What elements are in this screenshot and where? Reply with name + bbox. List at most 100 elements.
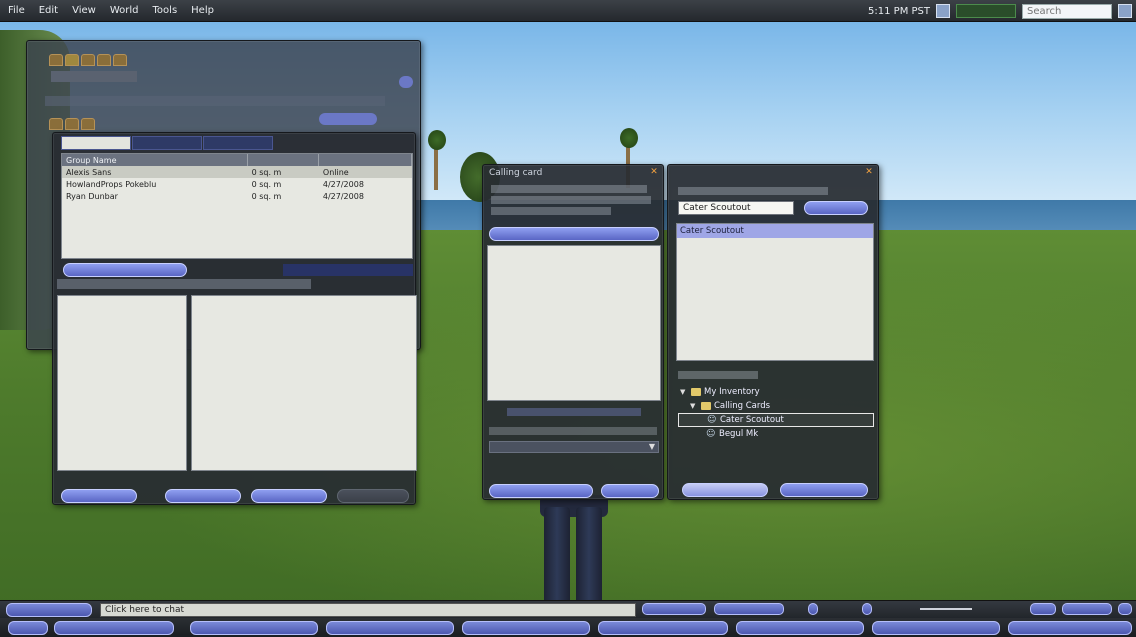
tree-item[interactable]: ☺ Begul Mk (678, 427, 874, 441)
toolbar-button[interactable] (54, 621, 174, 635)
volume-slider[interactable] (920, 608, 972, 610)
group-summary-label (283, 264, 413, 276)
menu-view[interactable]: View (72, 5, 96, 16)
search-results-list[interactable]: Cater Scoutout (676, 223, 874, 361)
card-list[interactable] (487, 245, 661, 401)
menu-edit[interactable]: Edit (39, 5, 58, 16)
tree-folder[interactable]: ▼ Calling Cards (678, 399, 874, 413)
land-tab[interactable] (113, 54, 127, 66)
land-subtab[interactable] (65, 118, 79, 130)
tree-label (678, 371, 758, 379)
chat-input[interactable]: Click here to chat (100, 603, 636, 617)
hint-line (489, 427, 657, 435)
tab-groups[interactable] (61, 136, 131, 150)
music-toggle[interactable] (1062, 603, 1112, 615)
chevron-down-icon: ▼ (680, 388, 686, 396)
list-item[interactable]: Cater Scoutout (677, 224, 873, 238)
avatar[interactable] (540, 495, 610, 603)
toolbar-button[interactable] (326, 621, 454, 635)
volume-icon[interactable] (862, 603, 872, 615)
column-header[interactable] (247, 154, 320, 166)
search-button[interactable] (804, 201, 868, 215)
table-row[interactable]: Ryan Dunbar 0 sq. m 4/27/2008 (62, 190, 412, 202)
search-icon[interactable] (1118, 4, 1132, 18)
menu-world[interactable]: World (110, 5, 139, 16)
bottom-toolbar (0, 618, 1136, 637)
buy-currency-button[interactable] (936, 4, 950, 18)
land-help-button[interactable] (399, 76, 413, 88)
toolbar-button[interactable] (8, 621, 48, 635)
land-tab[interactable] (49, 54, 63, 66)
group-status: 4/27/2008 (322, 191, 364, 201)
chat-button[interactable] (6, 603, 92, 617)
group-status: 4/27/2008 (322, 179, 364, 189)
menubar: File Edit View World Tools Help 5:11 PM … (0, 0, 1136, 22)
calling-card-icon: ☺ (706, 429, 716, 439)
chevron-down-icon: ▼ (648, 442, 655, 451)
column-header[interactable] (318, 154, 412, 166)
inventory-picker-floater: ✕ Cater Scoutout Cater Scoutout ▼ My Inv… (667, 164, 879, 500)
calling-card-icon: ☺ (707, 415, 717, 425)
member-details-list[interactable] (191, 295, 417, 471)
group-button[interactable] (61, 489, 137, 503)
menu-tools[interactable]: Tools (153, 5, 178, 16)
toolbar-button[interactable] (190, 621, 318, 635)
search-field[interactable]: Cater Scoutout (678, 201, 794, 215)
tree-label: Cater Scoutout (720, 415, 784, 425)
group-action-button[interactable] (63, 263, 187, 277)
land-tab[interactable] (97, 54, 111, 66)
group-name: HowlandProps Pokeblu (66, 179, 157, 189)
land-tab[interactable] (81, 54, 95, 66)
description-line (491, 207, 611, 215)
group-status: Online (318, 166, 412, 178)
groups-table[interactable]: Group Name Alexis Sans 0 sq. m Online Ho… (62, 154, 412, 202)
permissions-dropdown[interactable]: ▼ (489, 441, 659, 453)
tree-item[interactable]: ☺ Cater Scoutout (678, 413, 874, 427)
balance-display[interactable] (956, 4, 1016, 18)
chat-channel-dropdown[interactable] (642, 603, 706, 615)
card-button[interactable] (601, 484, 659, 498)
close-icon[interactable]: ✕ (864, 167, 874, 177)
table-row[interactable]: Alexis Sans 0 sq. m Online (62, 166, 412, 178)
settings-icon[interactable] (1118, 603, 1132, 615)
column-header[interactable]: Group Name (62, 154, 249, 166)
menu-help[interactable]: Help (191, 5, 214, 16)
window-title (668, 165, 878, 181)
select-button[interactable] (682, 483, 768, 497)
group-button[interactable] (337, 489, 409, 503)
land-action-button[interactable] (319, 113, 377, 125)
land-subtab[interactable] (49, 118, 63, 130)
tree-folder[interactable]: ▼ My Inventory (678, 385, 874, 399)
section-label (507, 408, 641, 416)
search-label (678, 187, 828, 195)
divider-bar (57, 279, 311, 289)
description-line (491, 185, 647, 193)
tree-label: My Inventory (704, 387, 760, 397)
table-row[interactable]: HowlandProps Pokeblu 0 sq. m 4/27/2008 (62, 178, 412, 190)
inventory-tree[interactable]: ▼ My Inventory ▼ Calling Cards ☺ Cater S… (678, 385, 874, 441)
members-list[interactable] (57, 295, 187, 471)
cancel-button[interactable] (780, 483, 868, 497)
camera-icon[interactable] (808, 603, 818, 615)
toolbar-button[interactable] (1008, 621, 1132, 635)
toolbar-button[interactable] (736, 621, 864, 635)
group-button[interactable] (165, 489, 241, 503)
group-area: 0 sq. m (251, 191, 282, 201)
toolbar-button[interactable] (872, 621, 1000, 635)
group-button[interactable] (251, 489, 327, 503)
close-icon[interactable]: ✕ (649, 167, 659, 177)
land-subtab[interactable] (81, 118, 95, 130)
folder-icon (691, 388, 701, 396)
tab-roles[interactable] (203, 136, 273, 150)
say-dropdown[interactable] (714, 603, 784, 615)
land-tab[interactable] (65, 54, 79, 66)
search-input[interactable] (1022, 3, 1112, 19)
toolbar-button[interactable] (462, 621, 590, 635)
tab-general[interactable] (132, 136, 202, 150)
card-button[interactable] (489, 484, 593, 498)
media-toggle[interactable] (1030, 603, 1056, 615)
description-line (491, 196, 651, 204)
menu-file[interactable]: File (8, 5, 25, 16)
toolbar-button[interactable] (598, 621, 728, 635)
friend-button[interactable] (489, 227, 659, 241)
